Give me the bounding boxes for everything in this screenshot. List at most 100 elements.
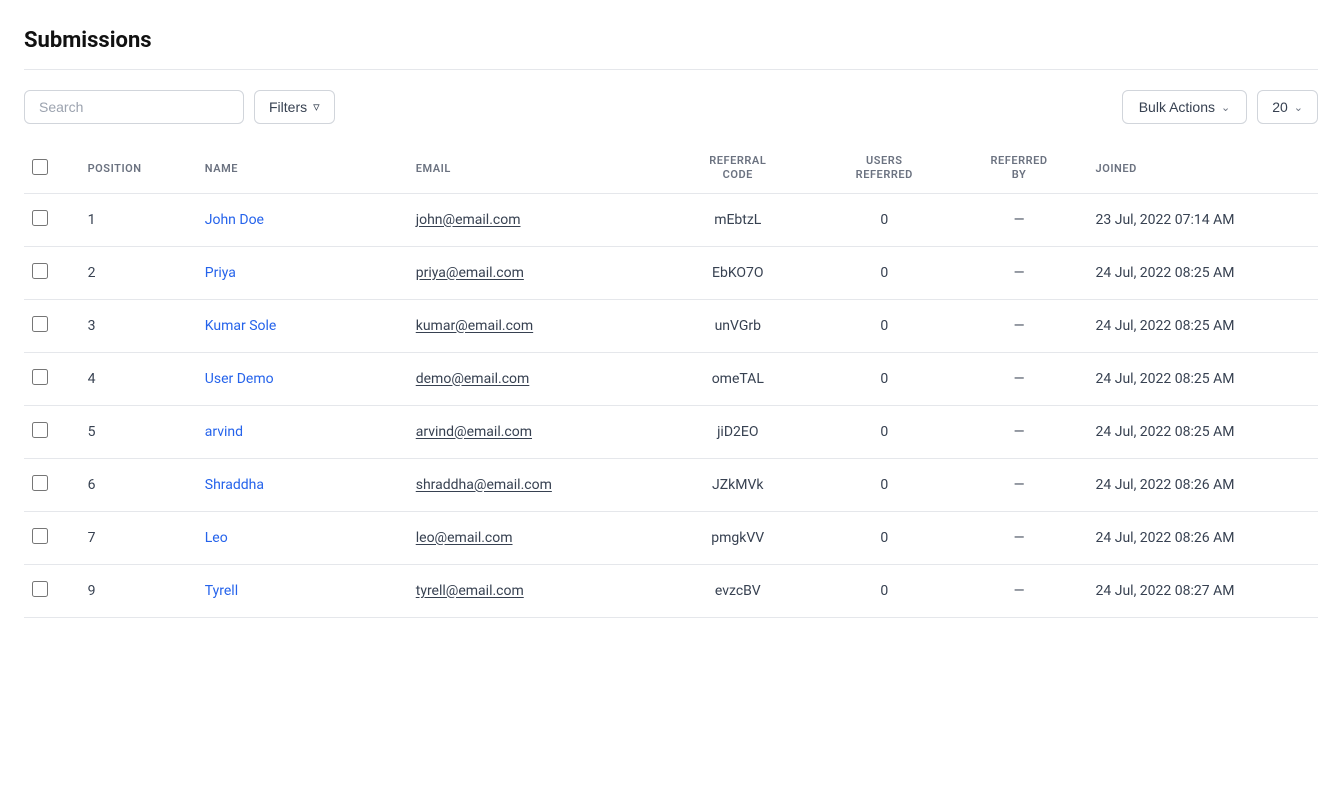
per-page-value: 20: [1272, 99, 1288, 115]
row-email[interactable]: demo@email.com: [404, 352, 662, 405]
row-checkbox[interactable]: [32, 263, 48, 279]
row-checkbox-cell: [24, 193, 76, 246]
header-position: POSITION: [76, 144, 193, 193]
row-users-referred: 0: [814, 246, 955, 299]
row-users-referred: 0: [814, 511, 955, 564]
row-name[interactable]: User Demo: [193, 352, 404, 405]
row-users-referred: 0: [814, 564, 955, 617]
table-row: 3 Kumar Sole kumar@email.com unVGrb 0 — …: [24, 299, 1318, 352]
row-checkbox[interactable]: [32, 422, 48, 438]
per-page-button[interactable]: 20 ⌄: [1257, 90, 1318, 124]
filter-icon: ▿: [313, 99, 320, 115]
row-referred-by: —: [955, 458, 1084, 511]
row-referral-code: unVGrb: [662, 299, 814, 352]
select-all-checkbox[interactable]: [32, 159, 48, 175]
row-joined: 23 Jul, 2022 07:14 AM: [1084, 193, 1318, 246]
row-referral-code: EbKO7O: [662, 246, 814, 299]
row-checkbox-cell: [24, 246, 76, 299]
row-users-referred: 0: [814, 352, 955, 405]
row-users-referred: 0: [814, 193, 955, 246]
row-checkbox-cell: [24, 405, 76, 458]
row-position: 7: [76, 511, 193, 564]
row-referral-code: JZkMVk: [662, 458, 814, 511]
toolbar: Filters ▿ Bulk Actions ⌄ 20 ⌄: [24, 90, 1318, 124]
table-row: 6 Shraddha shraddha@email.com JZkMVk 0 —…: [24, 458, 1318, 511]
row-joined: 24 Jul, 2022 08:27 AM: [1084, 564, 1318, 617]
row-referred-by: —: [955, 352, 1084, 405]
row-email[interactable]: leo@email.com: [404, 511, 662, 564]
header-referred-by: REFERRED BY: [955, 144, 1084, 193]
row-email[interactable]: kumar@email.com: [404, 299, 662, 352]
row-users-referred: 0: [814, 405, 955, 458]
table-header-row: POSITION NAME EMAIL REFERRAL CODE USERS …: [24, 144, 1318, 193]
per-page-chevron-icon: ⌄: [1294, 101, 1303, 114]
page-wrapper: Submissions Filters ▿ Bulk Actions ⌄ 20 …: [0, 0, 1342, 786]
header-referral-code: REFERRAL CODE: [662, 144, 814, 193]
row-referred-by: —: [955, 564, 1084, 617]
bulk-actions-chevron-icon: ⌄: [1221, 101, 1230, 114]
table-row: 1 John Doe john@email.com mEbtzL 0 — 23 …: [24, 193, 1318, 246]
row-position: 6: [76, 458, 193, 511]
table-body: 1 John Doe john@email.com mEbtzL 0 — 23 …: [24, 193, 1318, 617]
header-name: NAME: [193, 144, 404, 193]
row-referral-code: evzcBV: [662, 564, 814, 617]
row-referral-code: omeTAL: [662, 352, 814, 405]
header-users-referred: USERS REFERRED: [814, 144, 955, 193]
row-name[interactable]: arvind: [193, 405, 404, 458]
row-checkbox-cell: [24, 564, 76, 617]
row-checkbox[interactable]: [32, 210, 48, 226]
row-joined: 24 Jul, 2022 08:25 AM: [1084, 405, 1318, 458]
row-referral-code: jiD2EO: [662, 405, 814, 458]
row-referred-by: —: [955, 299, 1084, 352]
row-checkbox[interactable]: [32, 475, 48, 491]
row-position: 4: [76, 352, 193, 405]
table-row: 7 Leo leo@email.com pmgkVV 0 — 24 Jul, 2…: [24, 511, 1318, 564]
submissions-table: POSITION NAME EMAIL REFERRAL CODE USERS …: [24, 144, 1318, 618]
row-joined: 24 Jul, 2022 08:25 AM: [1084, 299, 1318, 352]
row-name[interactable]: Kumar Sole: [193, 299, 404, 352]
bulk-actions-button[interactable]: Bulk Actions ⌄: [1122, 90, 1247, 124]
row-position: 1: [76, 193, 193, 246]
row-joined: 24 Jul, 2022 08:25 AM: [1084, 352, 1318, 405]
row-email[interactable]: priya@email.com: [404, 246, 662, 299]
table-row: 4 User Demo demo@email.com omeTAL 0 — 24…: [24, 352, 1318, 405]
bulk-actions-label: Bulk Actions: [1139, 99, 1215, 115]
row-referral-code: mEbtzL: [662, 193, 814, 246]
row-position: 5: [76, 405, 193, 458]
row-checkbox[interactable]: [32, 316, 48, 332]
row-checkbox-cell: [24, 352, 76, 405]
row-checkbox[interactable]: [32, 528, 48, 544]
row-name[interactable]: John Doe: [193, 193, 404, 246]
row-joined: 24 Jul, 2022 08:25 AM: [1084, 246, 1318, 299]
row-checkbox[interactable]: [32, 581, 48, 597]
header-email: EMAIL: [404, 144, 662, 193]
row-name[interactable]: Priya: [193, 246, 404, 299]
row-joined: 24 Jul, 2022 08:26 AM: [1084, 458, 1318, 511]
filters-label: Filters: [269, 99, 307, 115]
header-checkbox-col: [24, 144, 76, 193]
row-checkbox-cell: [24, 299, 76, 352]
row-email[interactable]: shraddha@email.com: [404, 458, 662, 511]
row-referred-by: —: [955, 246, 1084, 299]
row-referred-by: —: [955, 193, 1084, 246]
row-position: 9: [76, 564, 193, 617]
page-title: Submissions: [24, 28, 1318, 70]
filters-button[interactable]: Filters ▿: [254, 90, 335, 124]
header-joined: JOINED: [1084, 144, 1318, 193]
row-checkbox-cell: [24, 458, 76, 511]
row-referred-by: —: [955, 511, 1084, 564]
search-input[interactable]: [24, 90, 244, 124]
row-email[interactable]: john@email.com: [404, 193, 662, 246]
table-row: 9 Tyrell tyrell@email.com evzcBV 0 — 24 …: [24, 564, 1318, 617]
table-row: 5 arvind arvind@email.com jiD2EO 0 — 24 …: [24, 405, 1318, 458]
row-position: 2: [76, 246, 193, 299]
row-name[interactable]: Leo: [193, 511, 404, 564]
row-position: 3: [76, 299, 193, 352]
row-referred-by: —: [955, 405, 1084, 458]
row-name[interactable]: Tyrell: [193, 564, 404, 617]
table-row: 2 Priya priya@email.com EbKO7O 0 — 24 Ju…: [24, 246, 1318, 299]
row-name[interactable]: Shraddha: [193, 458, 404, 511]
row-checkbox[interactable]: [32, 369, 48, 385]
row-email[interactable]: arvind@email.com: [404, 405, 662, 458]
row-email[interactable]: tyrell@email.com: [404, 564, 662, 617]
